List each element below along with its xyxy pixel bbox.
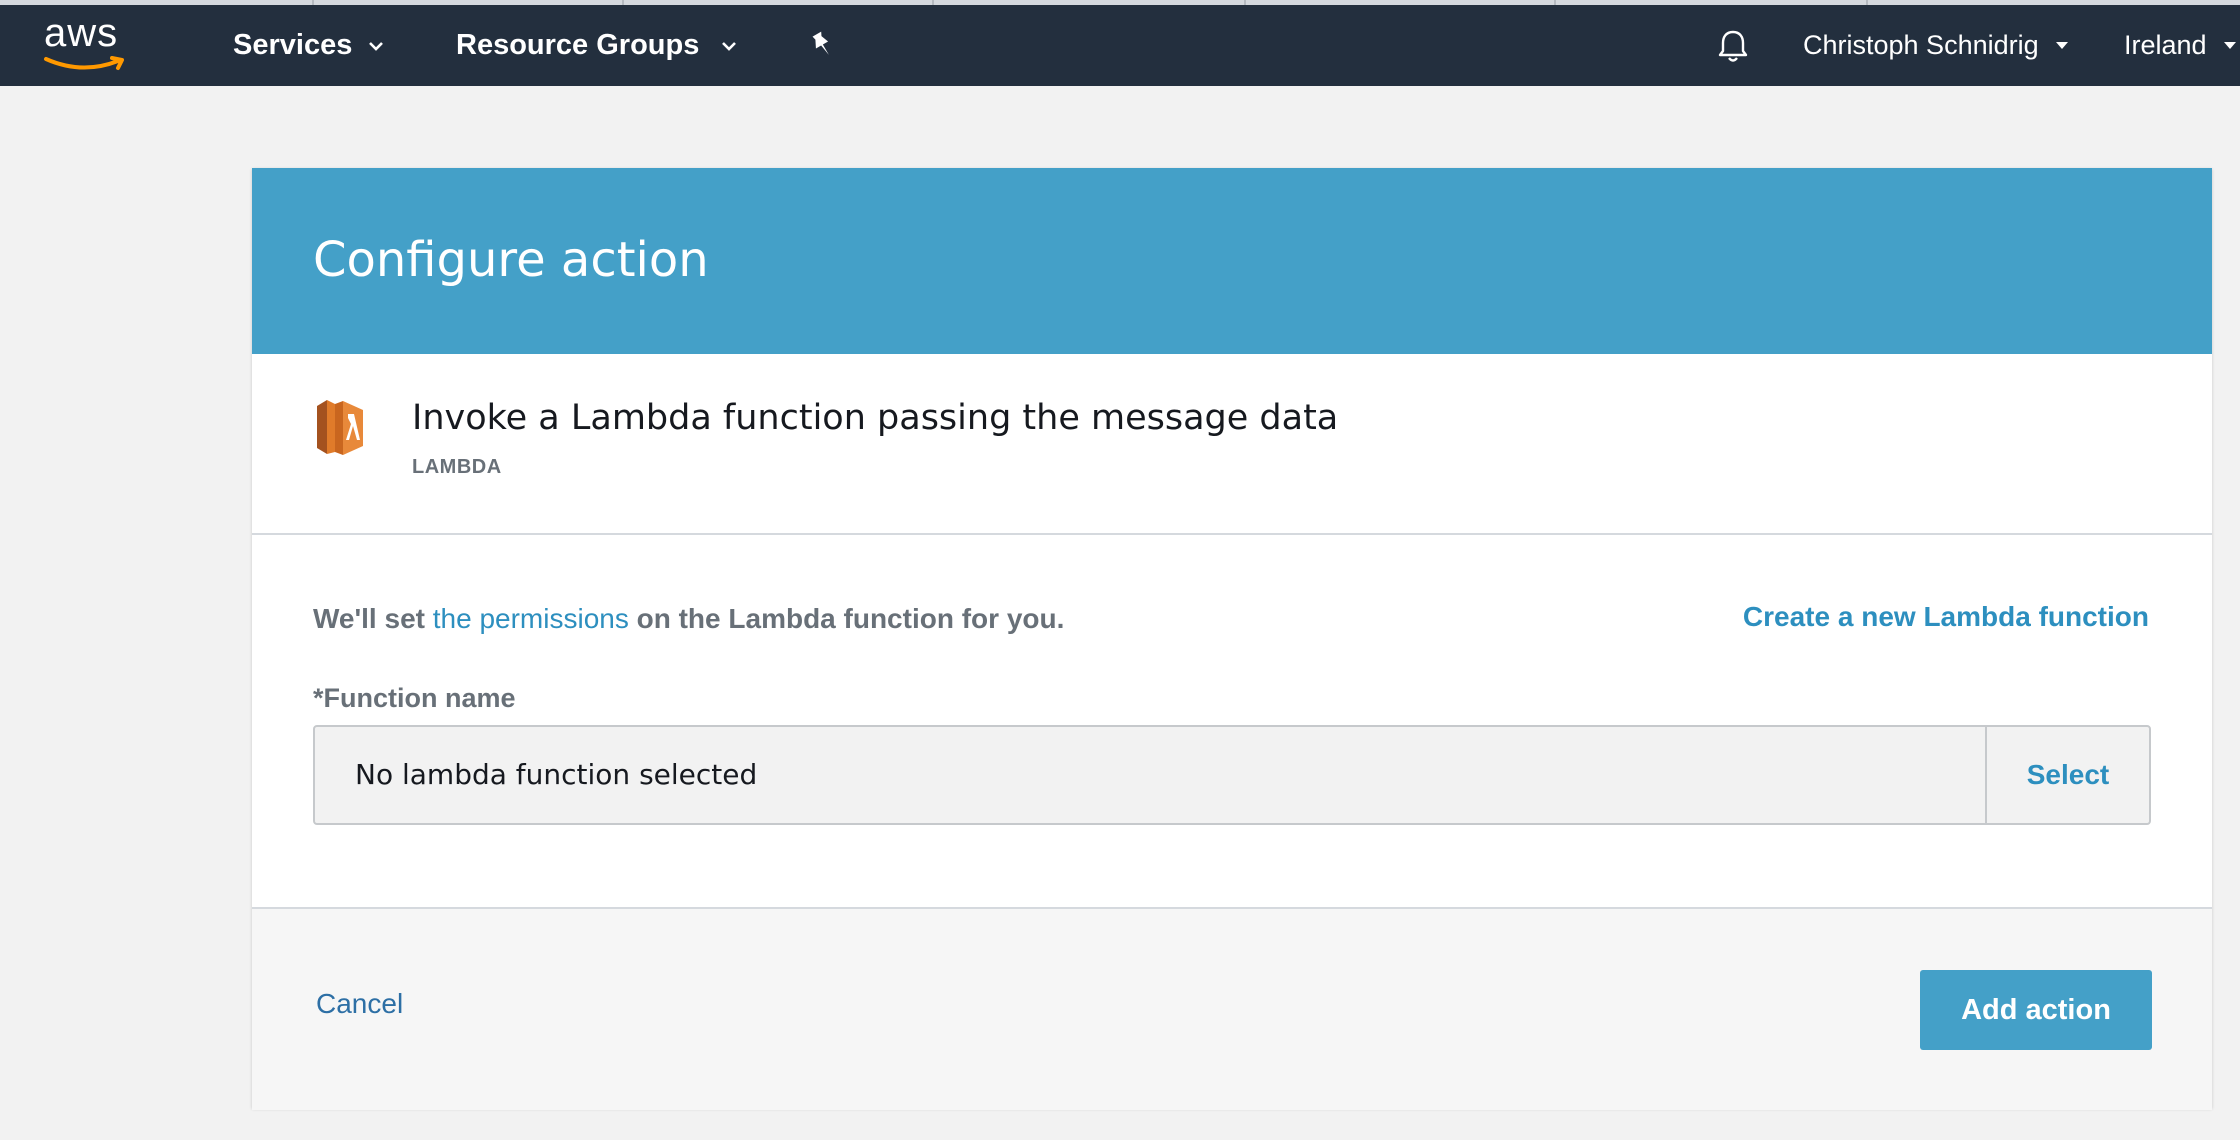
caret-down-icon [2223, 41, 2237, 50]
select-button[interactable]: Select [1985, 727, 2149, 823]
lambda-icon [313, 396, 367, 458]
account-menu[interactable]: Christoph Schnidrig [1803, 5, 2069, 86]
chevron-down-icon [368, 41, 384, 51]
aws-smile-icon [44, 56, 124, 70]
configure-action-dialog: Configure action Invoke a Lambda functio… [252, 168, 2212, 1110]
aws-logo[interactable]: aws [40, 11, 130, 77]
function-name-label: *Function name [313, 683, 516, 713]
permissions-suffix: on the Lambda function for you. [628, 603, 1065, 634]
permissions-prefix: We'll set [313, 603, 433, 634]
tab-divider [1244, 0, 1246, 5]
pin-icon[interactable] [808, 5, 836, 86]
tab-divider [1554, 0, 1556, 5]
resource-groups-menu[interactable]: Resource Groups [456, 5, 737, 86]
services-label: Services [233, 29, 353, 61]
caret-down-icon [2055, 41, 2069, 50]
region-name: Ireland [2124, 30, 2207, 60]
tab-divider [932, 0, 934, 5]
add-action-button[interactable]: Add action [1920, 970, 2152, 1050]
chevron-down-icon [721, 41, 737, 51]
top-navigation-bar: aws Services Resource Groups Christoph S… [0, 0, 2240, 86]
bell-icon[interactable] [1716, 5, 1750, 86]
permissions-link[interactable]: the permissions [433, 603, 629, 634]
permissions-note: We'll set the permissions on the Lambda … [313, 603, 1064, 635]
create-lambda-link[interactable]: Create a new Lambda function [1743, 601, 2149, 633]
action-service-label: LAMBDA [412, 456, 502, 478]
action-title: Invoke a Lambda function passing the mes… [412, 398, 1339, 438]
dialog-footer [252, 907, 2212, 1110]
dialog-header: Configure action [252, 168, 2212, 354]
resource-groups-label: Resource Groups [456, 29, 700, 61]
region-menu[interactable]: Ireland [2124, 5, 2237, 86]
user-name: Christoph Schnidrig [1803, 30, 2039, 60]
section-divider [252, 533, 2212, 535]
cancel-link[interactable]: Cancel [316, 988, 403, 1020]
aws-logo-text: aws [44, 11, 119, 55]
dialog-title: Configure action [313, 232, 709, 288]
function-name-value: No lambda function selected [355, 758, 758, 791]
function-name-field[interactable]: No lambda function selected Select [313, 725, 2151, 825]
services-menu[interactable]: Services [233, 5, 384, 86]
